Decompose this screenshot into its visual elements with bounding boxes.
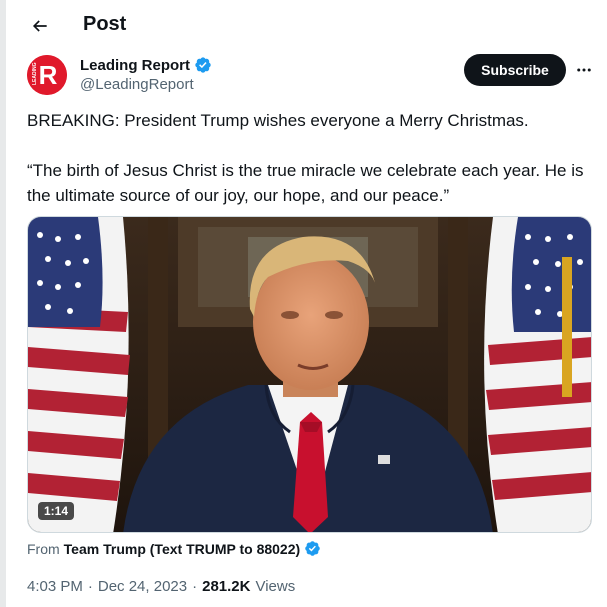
author-handle[interactable]: @LeadingReport — [80, 76, 194, 93]
tweet-text-line-1: BREAKING: President Trump wishes everyon… — [27, 111, 529, 130]
back-button[interactable] — [24, 10, 56, 42]
tweet-text-line-2: “The birth of Jesus Christ is the true m… — [27, 161, 584, 205]
left-scroll-track — [0, 0, 6, 607]
more-icon — [577, 68, 591, 72]
views-label: Views — [255, 578, 296, 595]
video-thumbnail — [28, 217, 591, 532]
separator-dot: · — [87, 578, 93, 595]
post-metadata: 4:03 PM · Dec 24, 2023 · 281.2K Views — [27, 578, 295, 595]
tweet-text: BREAKING: President Trump wishes everyon… — [27, 108, 587, 208]
views-count: 281.2K — [202, 578, 251, 595]
post-date[interactable]: Dec 24, 2023 — [98, 578, 187, 595]
separator-dot: · — [192, 578, 198, 595]
avatar-letter: R — [39, 60, 58, 90]
video-player[interactable]: 1:14 — [27, 216, 592, 533]
left-flag-graphic — [28, 217, 130, 532]
from-prefix: From — [27, 540, 60, 557]
source-attribution: From Team Trump (Text TRUMP to 88022) — [27, 540, 321, 557]
subscribe-button[interactable]: Subscribe — [464, 54, 566, 86]
right-flag-graphic — [484, 217, 591, 532]
author-name[interactable]: Leading Report — [80, 57, 190, 74]
leading-report-logo: R LEADING — [27, 55, 67, 95]
source-verified-badge-icon — [305, 541, 320, 556]
author-name-row: Leading Report — [80, 56, 212, 74]
verified-badge-icon — [195, 57, 211, 73]
video-duration-badge: 1:14 — [38, 502, 75, 520]
more-options-button[interactable] — [572, 58, 596, 82]
source-account-link[interactable]: Team Trump (Text TRUMP to 88022) — [64, 541, 301, 557]
post-header: Post — [6, 0, 607, 52]
page-title: Post — [83, 13, 127, 35]
avatar[interactable]: R LEADING — [27, 55, 67, 95]
avatar-small-text: LEADING — [32, 62, 38, 85]
post-time[interactable]: 4:03 PM — [27, 578, 83, 595]
author-row: R LEADING Leading Report @LeadingReport … — [27, 53, 597, 97]
back-arrow-icon — [32, 20, 47, 32]
